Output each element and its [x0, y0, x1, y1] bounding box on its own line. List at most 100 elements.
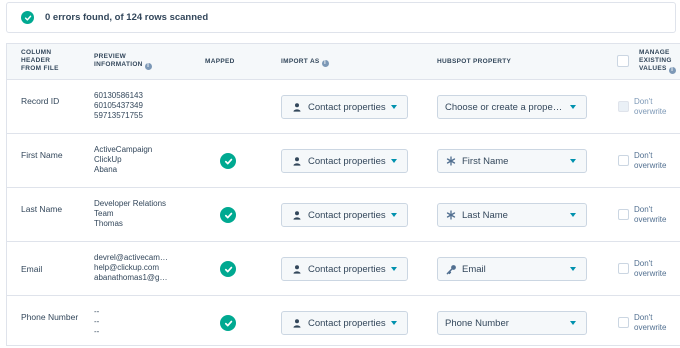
info-icon[interactable]: i [321, 60, 329, 67]
preview-cell: -- -- -- [94, 307, 184, 337]
import-as-dropdown[interactable]: Contact properties [281, 149, 408, 173]
overwrite-label: Don't overwrite [634, 259, 680, 279]
preview-line: Team [94, 209, 114, 218]
preview-line: Thomas [94, 219, 123, 228]
overwrite-label-line: overwrite [634, 161, 667, 170]
hubspot-property-dropdown[interactable]: Choose or create a prope… [437, 95, 587, 119]
preview-cell: ActiveCampaign ClickUp Abana [94, 145, 184, 175]
manage-values-header-title: MANAGE EXISTING VALUES i [639, 49, 676, 74]
mapped-check-icon [220, 153, 236, 169]
overwrite-label: Don't overwrite [634, 151, 680, 171]
column-header-cell: Phone Number [21, 312, 79, 322]
column-header-line: HEADER [21, 57, 51, 64]
overwrite-checkbox[interactable] [618, 101, 629, 112]
table-row: Record ID 60130586143 60105437349 597135717… [7, 80, 680, 134]
contact-person-icon [291, 156, 303, 166]
hubspot-property-label: First Name [462, 155, 509, 167]
asterisk-icon [445, 156, 457, 166]
overwrite-label-line: Don't [634, 259, 653, 268]
overwrite-label-line: Don't [634, 205, 653, 214]
import-as-label: Contact properties [308, 155, 386, 167]
table-row: Email devrel@activecam… help@clickup.com ab… [7, 242, 680, 296]
hubspot-property-label: Choose or create a prope… [445, 101, 563, 113]
overwrite-checkbox[interactable] [618, 263, 629, 274]
hubspot-property-label: Email [462, 263, 486, 275]
manage-header-text: VALUES [639, 65, 667, 72]
manage-header-line: EXISTING [639, 57, 672, 64]
overwrite-checkbox[interactable] [618, 209, 629, 220]
caret-down-icon [570, 159, 576, 163]
scan-result-text: 0 errors found, of 124 rows scanned [45, 12, 209, 23]
preview-line: -- [94, 307, 100, 316]
preview-header-line: PREVIEW [94, 53, 127, 60]
mapped-header-title: MAPPED [205, 58, 235, 65]
table-row: Phone Number -- -- -- Contact properties Phon… [7, 296, 680, 345]
column-header-cell: Last Name [21, 204, 63, 214]
overwrite-label-line: overwrite [634, 215, 667, 224]
preview-line: -- [94, 327, 100, 336]
preview-cell: Developer Relations Team Thomas [94, 199, 184, 229]
hubspot-property-label: Phone Number [445, 317, 509, 329]
overwrite-label: Don't overwrite [634, 97, 680, 117]
column-header-cell: Email [21, 264, 43, 274]
column-header-cell: Record ID [21, 96, 60, 106]
info-icon[interactable]: i [668, 67, 676, 74]
hubspot-property-dropdown[interactable]: Email [437, 257, 587, 281]
import-as-label: Contact properties [308, 317, 386, 329]
overwrite-label-line: Don't [634, 151, 653, 160]
preview-line: ActiveCampaign [94, 145, 153, 154]
preview-line: 59713571755 [94, 111, 143, 120]
table-row: Last Name Developer Relations Team Thomas Co… [7, 188, 680, 242]
column-header-line: FROM FILE [21, 65, 59, 72]
caret-down-icon [391, 267, 397, 271]
overwrite-label-line: overwrite [634, 323, 667, 332]
contact-person-icon [291, 264, 303, 274]
import-as-header-title: IMPORT AS i [281, 58, 329, 67]
import-as-dropdown[interactable]: Contact properties [281, 203, 408, 227]
mapped-check-icon [220, 315, 236, 331]
mapped-check-icon [220, 207, 236, 223]
asterisk-icon [445, 210, 457, 220]
caret-down-icon [391, 105, 397, 109]
import-as-dropdown[interactable]: Contact properties [281, 257, 408, 281]
import-as-dropdown[interactable]: Contact properties [281, 95, 408, 119]
table-header: COLUMN HEADER FROM FILE PREVIEW INFORMAT… [7, 44, 680, 80]
hubspot-property-dropdown[interactable]: Phone Number [437, 311, 587, 335]
preview-line: 60130586143 [94, 91, 143, 100]
caret-down-icon [391, 321, 397, 325]
manage-header-line: MANAGE [639, 49, 670, 56]
import-as-label: Contact properties [308, 101, 386, 113]
preview-header-text: INFORMATION [94, 61, 143, 68]
contact-person-icon [291, 210, 303, 220]
hubspot-property-label: Last Name [462, 209, 508, 221]
preview-cell: devrel@activecam… help@clickup.com abanath… [94, 253, 184, 283]
success-check-icon [21, 11, 34, 24]
mapping-table: COLUMN HEADER FROM FILE PREVIEW INFORMAT… [6, 43, 680, 346]
caret-down-icon [391, 159, 397, 163]
import-as-header-text: IMPORT AS [281, 58, 320, 65]
contact-person-icon [291, 318, 303, 328]
preview-line: Developer Relations [94, 199, 167, 208]
hubspot-property-dropdown[interactable]: First Name [437, 149, 587, 173]
mapped-check-icon [220, 261, 236, 277]
overwrite-label-line: Don't [634, 313, 653, 322]
hubspot-property-dropdown[interactable]: Last Name [437, 203, 587, 227]
preview-line: ClickUp [94, 155, 122, 164]
info-icon[interactable]: i [144, 63, 152, 70]
select-all-overwrite-checkbox[interactable] [617, 55, 629, 67]
caret-down-icon [570, 105, 576, 109]
preview-line: devrel@activecam… [94, 253, 168, 262]
column-header-line: COLUMN [21, 49, 52, 56]
import-as-dropdown[interactable]: Contact properties [281, 311, 408, 335]
overwrite-checkbox[interactable] [618, 317, 629, 328]
import-as-label: Contact properties [308, 209, 386, 221]
hubspot-property-header-title: HUBSPOT PROPERTY [437, 58, 512, 65]
preview-header-line: INFORMATION i [94, 61, 152, 70]
overwrite-checkbox[interactable] [618, 155, 629, 166]
manage-header-line: VALUES i [639, 65, 676, 74]
overwrite-label-line: Don't [634, 97, 653, 106]
preview-line: Abana [94, 165, 118, 174]
scan-result-banner: 0 errors found, of 124 rows scanned [6, 2, 676, 33]
preview-line: help@clickup.com [94, 263, 160, 272]
preview-line: abanathomas1@g… [94, 273, 168, 282]
